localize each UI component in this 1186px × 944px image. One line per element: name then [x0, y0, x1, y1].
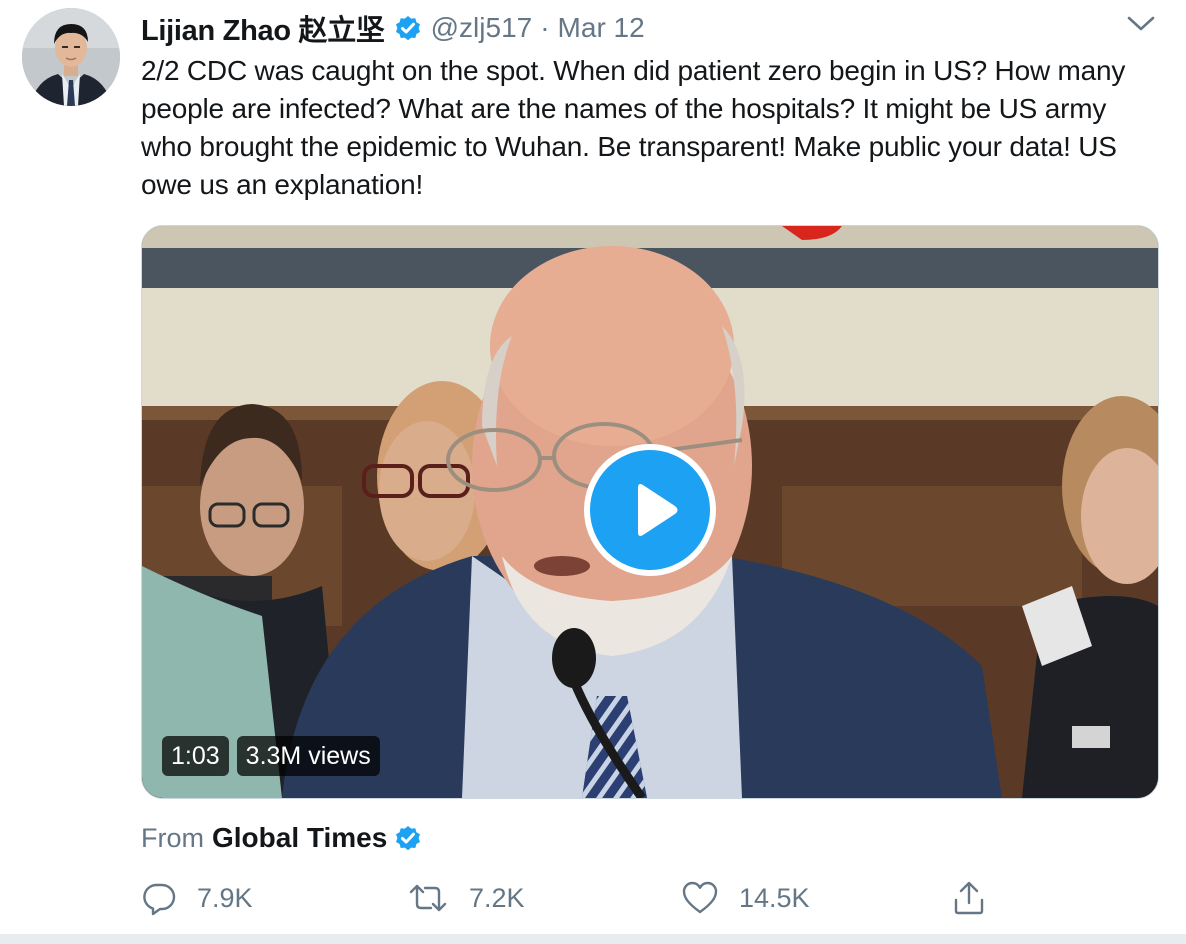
reply-button[interactable]: 7.9K — [141, 874, 253, 922]
source-name-link[interactable]: Global Times — [212, 822, 387, 854]
video-player[interactable]: 1:03 3.3M views — [141, 225, 1159, 799]
play-icon — [638, 484, 678, 536]
like-count: 14.5K — [739, 882, 810, 913]
tweet-actions: 7.9K 7.2K 14.5K — [141, 874, 1021, 922]
source-attribution: From Global Times — [141, 818, 423, 858]
retweet-count: 7.2K — [469, 882, 525, 913]
tweet-card[interactable]: Lijian Zhao 赵立坚 @zlj517 · Mar 12 2/2 CDC… — [0, 0, 1186, 934]
retweet-button[interactable]: 7.2K — [407, 874, 525, 922]
verified-badge-icon — [393, 823, 423, 853]
verified-badge-icon — [393, 13, 423, 43]
source-label: From — [141, 822, 204, 853]
video-views: 3.3M views — [236, 736, 380, 776]
chevron-down-icon[interactable] — [1126, 12, 1156, 36]
tweet-date[interactable]: Mar 12 — [558, 12, 645, 44]
video-duration: 1:03 — [162, 736, 229, 776]
play-button[interactable] — [584, 444, 716, 576]
tweet-header: Lijian Zhao 赵立坚 @zlj517 · Mar 12 — [141, 6, 645, 50]
share-button[interactable] — [951, 874, 987, 922]
reply-icon — [143, 883, 176, 916]
author-handle[interactable]: @zlj517 — [431, 12, 533, 44]
retweet-icon — [409, 884, 447, 912]
separator-dot: · — [540, 12, 550, 43]
like-button[interactable]: 14.5K — [681, 874, 810, 922]
like-icon — [682, 881, 718, 914]
timeline-divider — [0, 934, 1186, 944]
author-display-name[interactable]: Lijian Zhao 赵立坚 — [141, 7, 385, 49]
reply-count: 7.9K — [197, 882, 253, 913]
author-avatar[interactable] — [22, 8, 120, 106]
share-icon — [954, 881, 984, 915]
tweet-text: 2/2 CDC was caught on the spot. When did… — [141, 55, 1126, 200]
video-stats: 1:03 3.3M views — [162, 736, 380, 776]
